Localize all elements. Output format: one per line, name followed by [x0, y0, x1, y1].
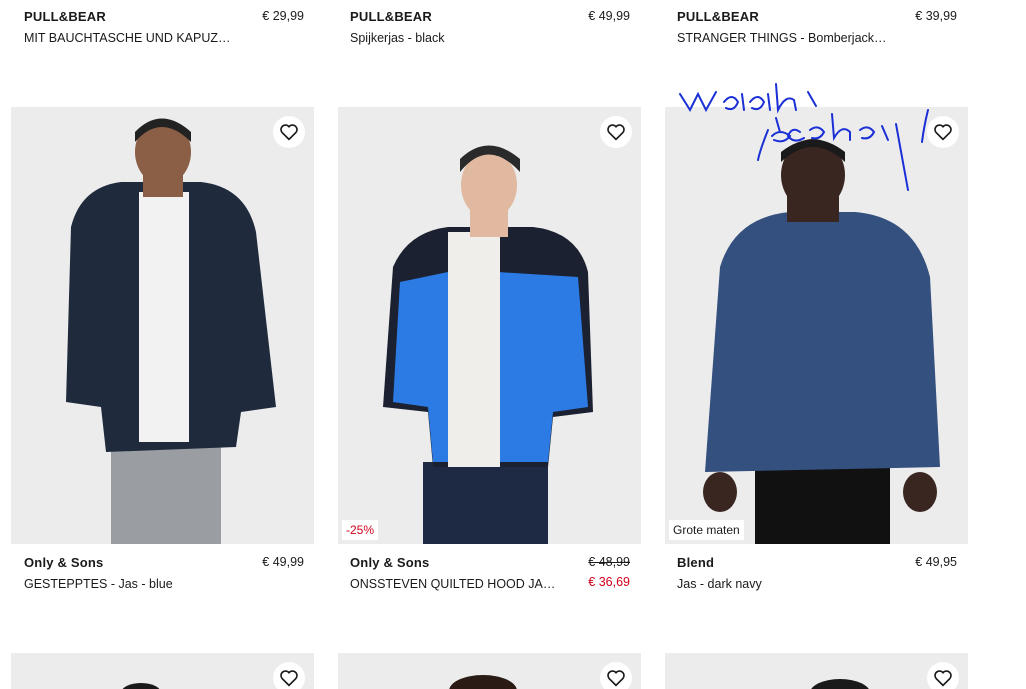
favorite-button[interactable]: [273, 662, 305, 689]
favorite-button[interactable]: [600, 116, 632, 148]
heart-outline-icon: [607, 670, 625, 687]
product-name: ONSSTEVEN QUILTED HOOD JAC...: [350, 577, 560, 591]
product-image[interactable]: -25%: [338, 107, 641, 544]
product-price: € 29,99: [262, 9, 304, 23]
model-photo: [11, 653, 314, 689]
product-name: STRANGER THINGS - Bomberjacks...: [677, 31, 887, 45]
product-image[interactable]: Grote maten: [665, 107, 968, 544]
product-image[interactable]: [665, 653, 968, 689]
product-price: € 49,99: [262, 555, 304, 569]
heart-outline-icon: [280, 124, 298, 141]
product-name: Jas - dark navy: [677, 577, 762, 591]
favorite-button[interactable]: [927, 662, 959, 689]
original-price: € 48,99: [588, 555, 630, 569]
product-info[interactable]: PULL&BEAR MIT BAUCHTASCHE UND KAPUZE... …: [24, 9, 304, 45]
heart-outline-icon: [934, 124, 952, 141]
favorite-button[interactable]: [600, 662, 632, 689]
model-photo: [338, 107, 641, 544]
product-name: Spijkerjas - black: [350, 31, 445, 45]
model-photo: [338, 653, 641, 689]
heart-outline-icon: [607, 124, 625, 141]
product-name: MIT BAUCHTASCHE UND KAPUZE...: [24, 31, 234, 45]
favorite-button[interactable]: [927, 116, 959, 148]
model-photo: [11, 107, 314, 544]
product-info[interactable]: Only & Sons ONSSTEVEN QUILTED HOOD JAC..…: [350, 555, 630, 591]
discount-badge: -25%: [342, 520, 379, 540]
product-info[interactable]: PULL&BEAR Spijkerjas - black € 49,99: [350, 9, 630, 45]
product-image[interactable]: [11, 653, 314, 689]
product-info[interactable]: Blend Jas - dark navy € 49,95: [677, 555, 957, 591]
product-info[interactable]: Only & Sons GESTEPPTES - Jas - blue € 49…: [24, 555, 304, 591]
model-photo: [665, 653, 968, 689]
product-price: € 49,95: [915, 555, 957, 569]
heart-outline-icon: [280, 670, 298, 687]
product-name: GESTEPPTES - Jas - blue: [24, 577, 173, 591]
heart-outline-icon: [934, 670, 952, 687]
product-price: € 49,99: [588, 9, 630, 23]
favorite-button[interactable]: [273, 116, 305, 148]
model-photo: [665, 107, 968, 544]
sale-price: € 36,69: [588, 575, 630, 589]
product-price: € 39,99: [915, 9, 957, 23]
size-badge: Grote maten: [669, 520, 744, 540]
product-image[interactable]: [11, 107, 314, 544]
product-grid: PULL&BEAR MIT BAUCHTASCHE UND KAPUZE... …: [0, 0, 1026, 689]
product-image[interactable]: [338, 653, 641, 689]
product-info[interactable]: PULL&BEAR STRANGER THINGS - Bomberjacks.…: [677, 9, 957, 45]
